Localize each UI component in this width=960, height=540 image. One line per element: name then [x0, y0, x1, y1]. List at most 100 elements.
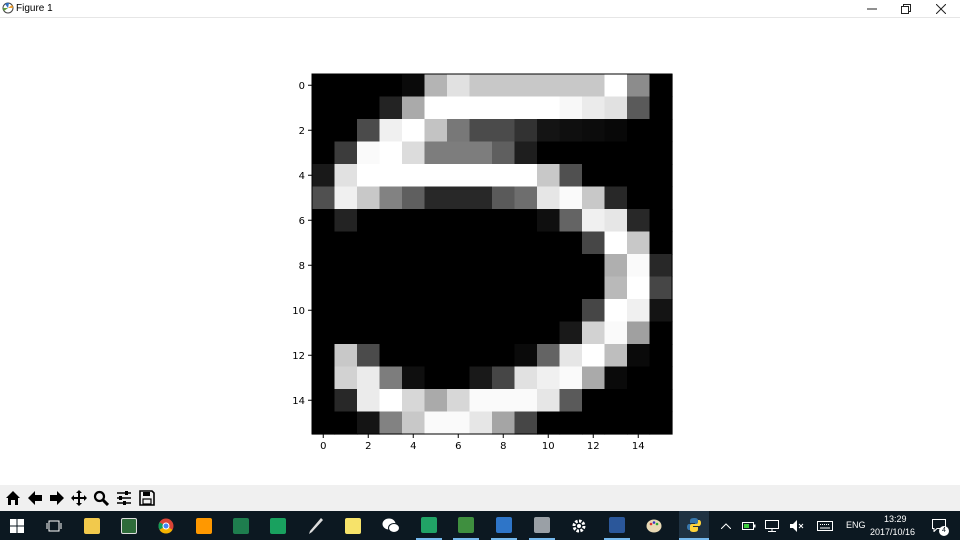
visual-studio-button[interactable]: [453, 511, 479, 540]
heatmap-cell: [357, 119, 381, 143]
heatmap-cell: [492, 321, 516, 345]
heatmap-cell: [627, 96, 651, 120]
heatmap-cell: [447, 119, 471, 143]
app-green-button[interactable]: [228, 511, 254, 540]
heatmap-cell: [312, 389, 336, 413]
app-gray-button[interactable]: [529, 511, 555, 540]
x-tick-label: 2: [365, 441, 371, 452]
home-button[interactable]: [3, 488, 23, 508]
heatmap-cell: [649, 231, 673, 255]
paint-button[interactable]: [641, 511, 667, 540]
pan-button[interactable]: [69, 488, 89, 508]
heatmap-cell: [469, 231, 493, 255]
heatmap-cell: [424, 344, 448, 368]
settings-button[interactable]: [566, 511, 592, 540]
heatmap-cell: [357, 389, 381, 413]
heatmap-cell: [559, 254, 583, 278]
battery-button[interactable]: [739, 511, 759, 540]
heatmap-cell: [627, 299, 651, 323]
heatmap-cell: [424, 164, 448, 188]
sticky-notes-button[interactable]: [340, 511, 366, 540]
sublime-button[interactable]: [191, 511, 217, 540]
heatmap-cell: [402, 186, 426, 210]
heatmap-cell: [379, 389, 403, 413]
heatmap-cell: [312, 276, 336, 300]
zoom-button[interactable]: [91, 488, 111, 508]
clock-date[interactable]: 2017/10/16: [870, 527, 915, 537]
action-center-button[interactable]: 4: [926, 511, 952, 540]
chrome-icon: [158, 518, 174, 533]
volume-button[interactable]: [786, 511, 808, 540]
keyboard-button[interactable]: [812, 511, 838, 540]
heatmap-cell: [649, 299, 673, 323]
input-language[interactable]: ENG: [846, 520, 866, 530]
show-hidden-icons-button[interactable]: [716, 511, 736, 540]
heatmap-cell: [447, 321, 471, 345]
heatmap-cell: [492, 74, 516, 98]
configure-subplots-icon: [117, 491, 131, 505]
heatmap-cell: [424, 411, 448, 435]
x-tick-label: 12: [587, 441, 600, 452]
heatmap-cell: [424, 231, 448, 255]
heatmap-cell: [582, 254, 606, 278]
windows-start-icon: [10, 518, 24, 533]
forward-button[interactable]: [47, 488, 67, 508]
heatmap-cell: [357, 276, 381, 300]
heatmap-cell: [514, 96, 538, 120]
heatmap-cell: [559, 209, 583, 233]
save-button[interactable]: [137, 488, 157, 508]
heatmap-cell: [334, 344, 358, 368]
heatmap-cell: [649, 321, 673, 345]
file-explorer-button[interactable]: [79, 511, 105, 540]
heatmap-cell: [379, 96, 403, 120]
heatmap-cell: [357, 209, 381, 233]
heatmap-cell: [514, 299, 538, 323]
heatmap-cell: [627, 276, 651, 300]
heatmap-cell: [334, 411, 358, 435]
app-s-button[interactable]: [265, 511, 291, 540]
heatmap-cell: [312, 164, 336, 188]
heatmap-cell: [559, 119, 583, 143]
figure-canvas[interactable]: 0 2 4 6 8 10 12 14 0 2 4 6 8 10 12 14: [0, 18, 960, 485]
heatmap-cell: [627, 141, 651, 165]
task-view-button[interactable]: [41, 511, 67, 540]
heatmap-cell: [649, 366, 673, 390]
heatmap-cell: [357, 186, 381, 210]
configure-subplots-button[interactable]: [114, 488, 134, 508]
heatmap-cell: [537, 209, 561, 233]
start-button[interactable]: [4, 511, 30, 540]
x-tick-label: 14: [632, 441, 645, 452]
app-s-icon: [270, 517, 286, 534]
heatmap-cell: [312, 321, 336, 345]
python-icon: [687, 517, 701, 532]
pen-button[interactable]: [303, 511, 329, 540]
terminal-button[interactable]: [116, 511, 142, 540]
heatmap-cell: [649, 164, 673, 188]
heatmap-cell: [537, 254, 561, 278]
heatmap-cell: [447, 366, 471, 390]
chrome-button[interactable]: [153, 511, 179, 540]
wechat-button[interactable]: [378, 511, 404, 540]
heatmap-cell: [649, 119, 673, 143]
heatmap-cell: [492, 141, 516, 165]
minimize-button[interactable]: [856, 0, 888, 17]
heatmap-cell: [537, 164, 561, 188]
restore-button[interactable]: [890, 0, 922, 17]
heatmap-cell: [604, 119, 628, 143]
close-button[interactable]: [925, 0, 957, 17]
network-button[interactable]: [762, 511, 782, 540]
app-blue-button[interactable]: [491, 511, 517, 540]
pen-icon: [309, 517, 323, 534]
clock-time[interactable]: 13:29: [884, 514, 907, 524]
heatmap-cell: [334, 74, 358, 98]
heatmap-cell: [312, 411, 336, 435]
heatmap-cell: [492, 96, 516, 120]
back-button[interactable]: [25, 488, 45, 508]
spreadsheet-button[interactable]: [416, 511, 442, 540]
heatmap-cell: [334, 96, 358, 120]
document-button[interactable]: [604, 511, 630, 540]
heatmap-cell: [559, 96, 583, 120]
python-button[interactable]: [679, 511, 709, 540]
heatmap-cell: [537, 119, 561, 143]
app-blue-icon: [496, 516, 512, 533]
